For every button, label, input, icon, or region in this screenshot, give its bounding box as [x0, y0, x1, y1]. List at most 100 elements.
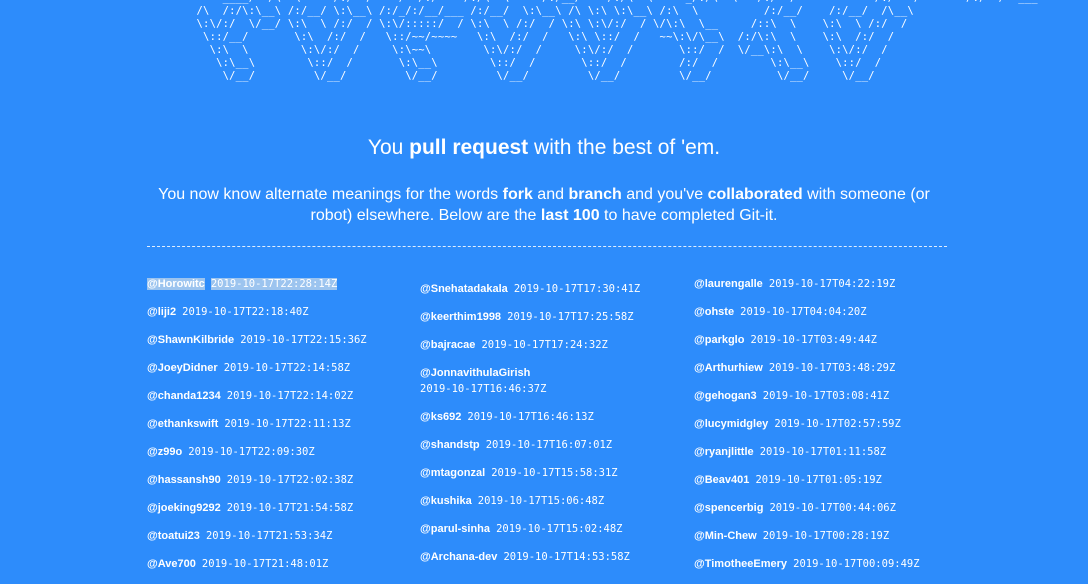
description-text-2: and: [532, 186, 569, 203]
github-username-link[interactable]: @chanda1234: [147, 390, 221, 402]
github-username-link[interactable]: @ethankswift: [147, 418, 218, 430]
description-bold-branch: branch: [568, 186, 622, 203]
completion-timestamp: 2019-10-17T22:14:02Z: [226, 390, 354, 402]
completion-timestamp: 2019-10-17T17:30:41Z: [513, 283, 641, 295]
page-description: You now know alternate meanings for the …: [144, 184, 944, 226]
headline-bold: pull request: [409, 136, 529, 159]
completion-timestamp: 2019-10-17T00:09:49Z: [793, 558, 920, 570]
github-username-link[interactable]: @parkglo: [694, 334, 744, 346]
github-username-link[interactable]: @TimotheeEmery: [694, 558, 787, 570]
github-username-link[interactable]: @toatui23: [147, 530, 200, 542]
completion-timestamp: 2019-10-17T02:57:59Z: [774, 418, 901, 430]
completion-entry: @shandstp 2019-10-17T16:07:01Z: [420, 437, 680, 465]
description-text-3: and you've: [621, 186, 708, 203]
github-username-link[interactable]: @Beav401: [694, 474, 749, 486]
completion-timestamp: 2019-10-17T22:14:58Z: [223, 362, 351, 374]
completion-entry: @JoeyDidner 2019-10-17T22:14:58Z: [147, 360, 407, 388]
page-headline: You pull request with the best of 'em.: [0, 136, 1088, 160]
completion-timestamp: 2019-10-17T03:08:41Z: [762, 390, 890, 402]
completion-entry: @ks692 2019-10-17T16:46:13Z: [420, 409, 680, 437]
completion-timestamp: 2019-10-17T16:46:13Z: [467, 411, 594, 423]
github-username-link[interactable]: @mtagonzal: [420, 467, 485, 479]
completion-entry: @Snehatadakala 2019-10-17T17:30:41Z: [420, 281, 680, 309]
completion-timestamp: 2019-10-17T21:53:34Z: [205, 530, 333, 542]
completion-timestamp: 2019-10-17T00:28:19Z: [762, 530, 890, 542]
github-username-link[interactable]: @keerthim1998: [420, 311, 501, 323]
completion-timestamp: 2019-10-17T04:04:20Z: [740, 306, 867, 318]
github-username-link[interactable]: @bajracae: [420, 339, 475, 351]
github-username-link[interactable]: @joeking9292: [147, 502, 221, 514]
completion-entry: @ethankswift 2019-10-17T22:11:13Z: [147, 416, 407, 444]
github-username-link[interactable]: @hassansh90: [147, 474, 221, 486]
description-bold-last-100: last 100: [540, 207, 600, 224]
headline-text-end: with the best of 'em.: [528, 136, 721, 159]
github-username-link[interactable]: @ks692: [420, 411, 461, 423]
github-username-link[interactable]: @Archana-dev: [420, 551, 497, 563]
completion-entry: @Horowitc 2019-10-17T22:28:14Z: [147, 276, 407, 304]
completion-entry: @laurengalle 2019-10-17T04:22:19Z: [694, 276, 954, 304]
completion-entry: @bajracae 2019-10-17T17:24:32Z: [420, 337, 680, 365]
completion-entry: @Min-Chew 2019-10-17T00:28:19Z: [694, 528, 954, 556]
github-username-link[interactable]: @ShawnKilbride: [147, 334, 234, 346]
github-username-link[interactable]: @lucymidgley: [694, 418, 768, 430]
ascii-art-banner: ____/ /\ \ /:/ / / /:/ /:/\ \ /:/__/ /:/…: [196, 0, 1038, 82]
completion-timestamp: 2019-10-17T03:48:29Z: [768, 362, 896, 374]
completions-column-1: @Horowitc 2019-10-17T22:28:14Z @liji2 201…: [147, 276, 407, 584]
description-bold-fork: fork: [502, 186, 533, 203]
github-username-link[interactable]: @JonnavithulaGirish: [420, 367, 530, 379]
completion-timestamp: 2019-10-17T22:15:36Z: [240, 334, 367, 346]
github-username-link[interactable]: @kushika: [420, 495, 472, 507]
completion-entry: @ryanjlittle 2019-10-17T01:11:58Z: [694, 444, 954, 472]
completion-entry: @spencerbig 2019-10-17T00:44:06Z: [694, 500, 954, 528]
completion-timestamp: 2019-10-17T17:24:32Z: [481, 339, 608, 351]
completion-entry: @hassansh90 2019-10-17T22:02:38Z: [147, 472, 407, 500]
github-username-link[interactable]: @ohste: [694, 306, 734, 318]
github-username-link[interactable]: @Arthurhiew: [694, 362, 763, 374]
completion-entry: @keerthim1998 2019-10-17T17:25:58Z: [420, 309, 680, 337]
github-username-link[interactable]: @liji2: [147, 306, 176, 318]
completion-timestamp: 2019-10-17T21:54:58Z: [226, 502, 354, 514]
github-username-link[interactable]: @JoeyDidner: [147, 362, 218, 374]
completion-entry: @joeking9292 2019-10-17T21:54:58Z: [147, 500, 407, 528]
completion-entry: @mtagonzal 2019-10-17T15:58:31Z: [420, 465, 680, 493]
completion-timestamp: 2019-10-17T16:46:37Z: [420, 383, 547, 395]
github-username-link[interactable]: @laurengalle: [694, 278, 763, 290]
completion-timestamp: 2019-10-17T22:02:38Z: [226, 474, 354, 486]
completion-timestamp: 2019-10-17T21:48:01Z: [201, 558, 329, 570]
completion-timestamp: 2019-10-17T14:53:58Z: [503, 551, 630, 563]
description-bold-collaborated: collaborated: [707, 186, 803, 203]
completion-entry: @TimotheeEmery 2019-10-17T00:09:49Z: [694, 556, 954, 584]
completion-timestamp: 2019-10-17T22:28:14Z: [210, 278, 338, 290]
completion-entry: @parul-sinha 2019-10-17T15:02:48Z: [420, 521, 680, 549]
completion-timestamp: 2019-10-17T22:09:30Z: [188, 446, 315, 458]
completion-timestamp: 2019-10-17T15:02:48Z: [496, 523, 623, 535]
github-username-link[interactable]: @shandstp: [420, 439, 480, 451]
completion-timestamp: 2019-10-17T22:18:40Z: [182, 306, 309, 318]
completion-entry: @Beav401 2019-10-17T01:05:19Z: [694, 472, 954, 500]
completion-timestamp: 2019-10-17T03:49:44Z: [750, 334, 877, 346]
completion-timestamp: 2019-10-17T01:11:58Z: [759, 446, 887, 458]
github-username-link[interactable]: @ryanjlittle: [694, 446, 754, 458]
github-username-link[interactable]: @Snehatadakala: [420, 283, 508, 295]
dashed-divider: [147, 246, 947, 247]
completion-entry: @JonnavithulaGirish 2019-10-17T16:46:37Z: [420, 365, 680, 409]
github-username-link[interactable]: @parul-sinha: [420, 523, 490, 535]
completion-entry: @z99o 2019-10-17T22:09:30Z: [147, 444, 407, 472]
headline-text: You: [367, 136, 410, 159]
github-username-link[interactable]: @Min-Chew: [694, 530, 757, 542]
completion-entry: @lucymidgley 2019-10-17T02:57:59Z: [694, 416, 954, 444]
completion-timestamp: 2019-10-17T22:11:13Z: [224, 418, 351, 430]
github-username-link[interactable]: @Horowitc: [147, 278, 205, 290]
github-username-link[interactable]: @gehogan3: [694, 390, 757, 402]
completion-entry: @parkglo 2019-10-17T03:49:44Z: [694, 332, 954, 360]
github-username-link[interactable]: @Ave700: [147, 558, 196, 570]
completion-timestamp: 2019-10-17T15:06:48Z: [477, 495, 605, 507]
completion-entry: @ShawnKilbride 2019-10-17T22:15:36Z: [147, 332, 407, 360]
github-username-link[interactable]: @spencerbig: [694, 502, 763, 514]
completions-column-3: @laurengalle 2019-10-17T04:22:19Z @ohste …: [694, 276, 954, 584]
completion-entry: @kushika 2019-10-17T15:06:48Z: [420, 493, 680, 521]
completion-timestamp: 2019-10-17T16:07:01Z: [485, 439, 613, 451]
completion-entry: @gehogan3 2019-10-17T03:08:41Z: [694, 388, 954, 416]
description-text-5: to have completed Git-it.: [599, 207, 778, 224]
github-username-link[interactable]: @z99o: [147, 446, 182, 458]
